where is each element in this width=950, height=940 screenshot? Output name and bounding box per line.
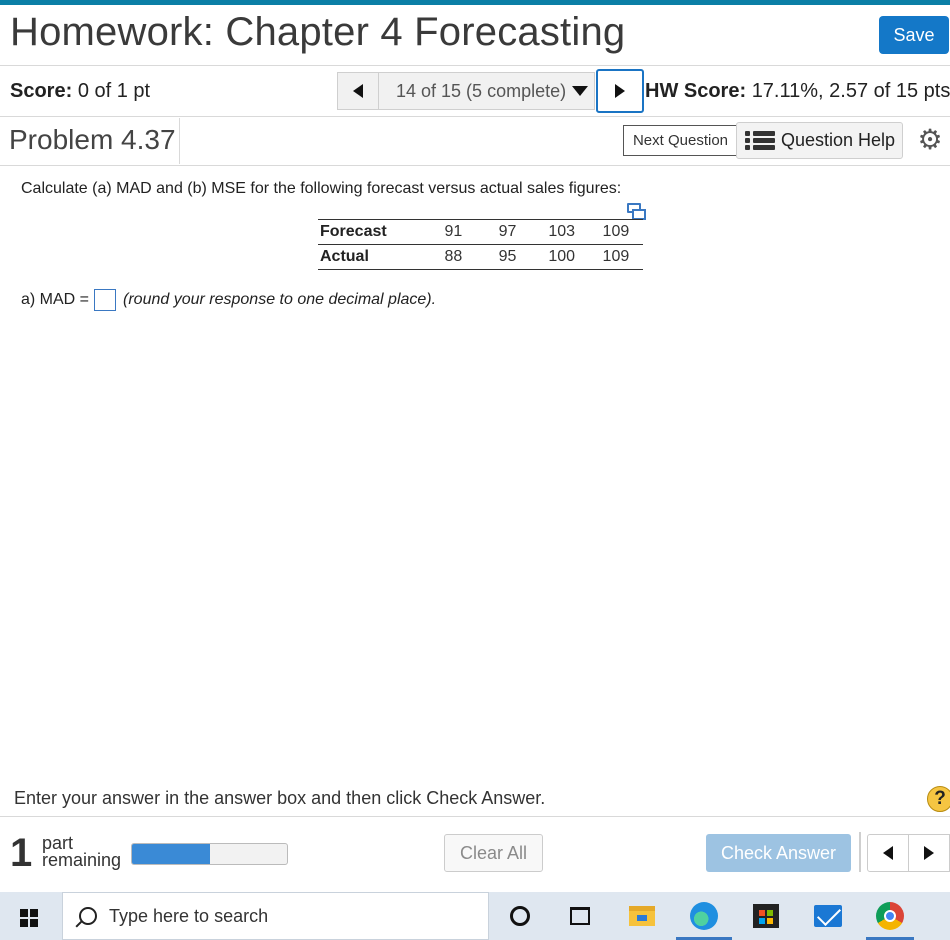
clear-all-button[interactable]: Clear All	[444, 834, 543, 872]
table-row: Forecast 91 97 103 109	[318, 219, 643, 245]
store-icon[interactable]	[752, 902, 780, 930]
chrome-icon[interactable]	[876, 902, 904, 930]
score-text: Score: 0 of 1 pt	[10, 80, 150, 103]
arrow-left-icon	[353, 84, 363, 98]
question-position-text: 14 of 15 (5 complete)	[396, 80, 567, 101]
answer-hint: (round your response to one decimal plac…	[123, 291, 437, 308]
question-help-button[interactable]: Question Help	[736, 122, 903, 159]
save-button[interactable]: Save	[879, 16, 949, 54]
popout-window-icon[interactable]	[627, 203, 646, 220]
hw-score-label: HW Score:	[645, 80, 747, 102]
divider	[179, 118, 180, 164]
parts-remaining-label: part remaining	[42, 834, 122, 870]
table-cell: 109	[588, 244, 643, 270]
help-icon[interactable]: ?	[927, 786, 950, 812]
instruction-text: Enter your answer in the answer box and …	[14, 788, 546, 808]
parts-label-line2: remaining	[42, 850, 122, 870]
previous-part-button[interactable]	[867, 834, 909, 872]
search-icon	[79, 907, 97, 925]
next-question-button[interactable]	[596, 69, 644, 113]
gear-icon[interactable]: ⚙	[916, 126, 944, 154]
windows-start-icon[interactable]	[20, 909, 38, 927]
divider	[0, 116, 950, 117]
windows-taskbar: Type here to search	[0, 892, 950, 940]
hw-score-value: 17.11%, 2.57 of 15 pts	[751, 80, 950, 102]
caret-down-icon	[572, 86, 589, 96]
mad-answer-input[interactable]	[94, 289, 117, 311]
divider	[0, 165, 950, 166]
progress-fill	[132, 844, 210, 864]
score-value: 0 of 1 pt	[77, 80, 151, 102]
next-part-button[interactable]	[909, 834, 950, 872]
table-row: Actual 88 95 100 109	[318, 244, 643, 270]
taskbar-search-box[interactable]: Type here to search	[62, 892, 489, 940]
divider	[0, 65, 950, 66]
question-selector-dropdown[interactable]: 14 of 15 (5 complete)	[379, 72, 595, 110]
problem-title: Problem 4.37	[9, 124, 176, 155]
divider	[0, 816, 950, 817]
answer-prefix: a) MAD =	[21, 291, 90, 308]
previous-question-button[interactable]	[337, 72, 379, 110]
table-cell: 97	[480, 219, 535, 245]
table-cell: 91	[426, 219, 481, 245]
table-cell: 88	[426, 244, 481, 270]
divider	[859, 832, 861, 872]
table-cell: 95	[480, 244, 535, 270]
table-cell: 109	[588, 219, 643, 245]
table-cell: 103	[534, 219, 589, 245]
edge-icon[interactable]	[690, 902, 718, 930]
table-row-label: Actual	[318, 244, 427, 270]
top-accent-bar	[0, 0, 950, 5]
next-question-tooltip: Next Question	[623, 125, 738, 156]
sales-table: Forecast 91 97 103 109 Actual 88 95 100 …	[318, 219, 643, 270]
list-icon	[745, 130, 775, 151]
cortana-icon[interactable]	[506, 902, 534, 930]
mail-icon[interactable]	[814, 902, 842, 930]
score-label: Score:	[10, 80, 73, 102]
arrow-right-icon	[924, 846, 934, 860]
hw-score-text: HW Score: 17.11%, 2.57 of 15 pts	[645, 80, 950, 103]
task-view-icon[interactable]	[566, 902, 594, 930]
search-placeholder: Type here to search	[109, 905, 269, 926]
answer-line: a) MAD = (round your response to one dec…	[21, 289, 436, 311]
progress-bar	[131, 843, 288, 865]
arrow-left-icon	[883, 846, 893, 860]
table-row-label: Forecast	[318, 219, 427, 245]
question-help-label: Question Help	[781, 130, 896, 150]
question-prompt: Calculate (a) MAD and (b) MSE for the fo…	[21, 180, 622, 197]
page-title: Homework: Chapter 4 Forecasting	[10, 10, 626, 54]
parts-remaining-count: 1	[10, 831, 33, 875]
check-answer-button[interactable]: Check Answer	[706, 834, 851, 872]
table-cell: 100	[534, 244, 589, 270]
arrow-right-icon	[615, 84, 625, 98]
file-explorer-icon[interactable]	[628, 902, 656, 930]
